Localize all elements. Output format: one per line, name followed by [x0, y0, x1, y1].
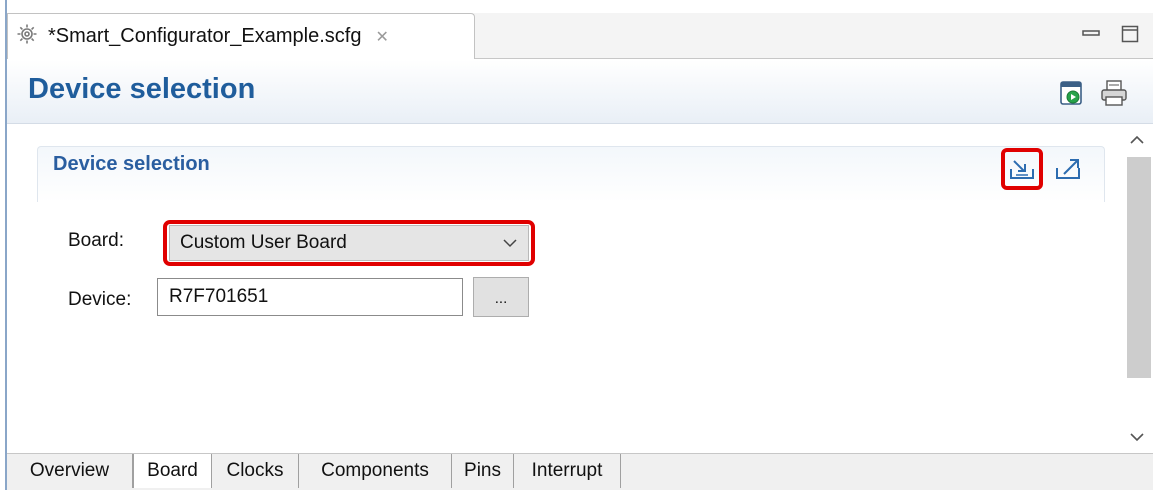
editor-frame: *Smart_Configurator_Example.scfg ✕ Devic… [5, 0, 1153, 490]
device-selection-section: Device selection [37, 146, 1105, 202]
vertical-scrollbar[interactable] [1121, 125, 1153, 452]
board-select-value: Custom User Board [180, 232, 347, 253]
page-title: Device selection [28, 73, 256, 105]
device-field[interactable] [157, 278, 463, 316]
tab-clocks[interactable]: Clocks [212, 454, 299, 488]
board-label: Board: [68, 230, 124, 251]
editor-tab-title: *Smart_Configurator_Example.scfg [48, 25, 362, 47]
chevron-up-icon[interactable] [1121, 125, 1153, 155]
section-title: Device selection [53, 153, 210, 175]
tab-pins[interactable]: Pins [452, 454, 514, 488]
tab-board[interactable]: Board [133, 454, 212, 488]
browse-device-button[interactable]: ... [473, 277, 529, 317]
maximize-icon[interactable] [1117, 21, 1143, 47]
print-icon[interactable] [1099, 78, 1129, 108]
board-select[interactable]: Custom User Board [169, 225, 529, 261]
page-tabs: Overview Board Clocks Components Pins In… [7, 453, 1153, 490]
editor-tab[interactable]: *Smart_Configurator_Example.scfg ✕ [7, 13, 475, 59]
device-label: Device: [68, 289, 132, 310]
scrollbar-thumb[interactable] [1127, 157, 1151, 378]
export-board-icon[interactable] [1051, 150, 1087, 186]
minimize-icon[interactable] [1078, 21, 1104, 47]
chevron-down-icon [502, 235, 518, 256]
editor-tab-strip: *Smart_Configurator_Example.scfg ✕ [7, 13, 1153, 59]
import-board-icon[interactable] [1001, 148, 1043, 190]
chevron-down-icon[interactable] [1121, 422, 1153, 452]
form-header: Device selection [7, 60, 1153, 124]
generate-code-icon[interactable] [1057, 78, 1087, 108]
close-icon[interactable]: ✕ [375, 27, 388, 47]
gear-icon [16, 23, 38, 50]
tab-components[interactable]: Components [299, 454, 452, 488]
tab-overview[interactable]: Overview [7, 454, 133, 488]
tab-interrupt[interactable]: Interrupt [514, 454, 621, 488]
